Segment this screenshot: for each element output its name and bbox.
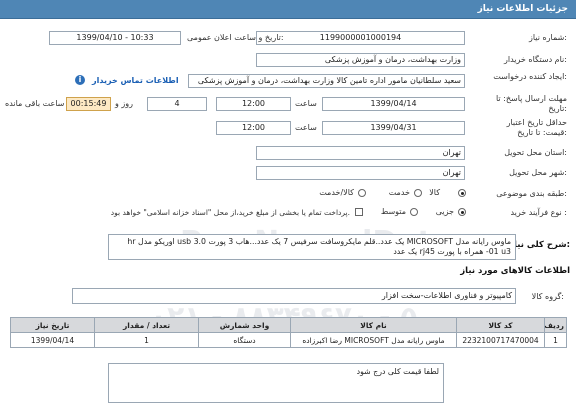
info-icon[interactable]: i — [75, 75, 85, 85]
city-field: تهران — [256, 166, 465, 180]
min-price-validity-label: حداقل تاریخ اعتبار قیمت: تا تاریخ: — [506, 118, 567, 137]
table-row: 1 2232100717470004 ماوس رایانه مدل MICRO… — [10, 332, 567, 348]
page-title: جزئیات اطلاعات نیاز — [477, 4, 568, 14]
col-header-row-number: ردیف — [544, 317, 567, 333]
process-option-partial[interactable]: جزیی — [422, 207, 466, 217]
page-header: جزئیات اطلاعات نیاز — [0, 0, 576, 19]
need-summary-text: ماوس رایانه مدل MICROSOFT یک عدد..قلم ما… — [127, 237, 511, 256]
cell-row-number: 1 — [544, 332, 567, 348]
need-number-field: 1199000001000194 — [256, 31, 465, 45]
cell-need-date: 1399/04/14 — [10, 332, 95, 348]
validity-time-label: ساعت — [295, 123, 317, 132]
province-label: استان محل تحویل: — [504, 148, 567, 157]
subject-option-label: کالا — [429, 188, 440, 197]
requester-field: سعید سلطانیان مامور اداره تامین کالا وزا… — [188, 74, 465, 88]
col-header-quantity: تعداد / مقدار — [94, 317, 199, 333]
deadline-date-field: 1399/04/14 — [322, 97, 465, 111]
process-radio-medium[interactable] — [410, 208, 418, 216]
buyer-org-label: نام دستگاه خریدار: — [503, 55, 567, 64]
cell-goods-code: 2232100717470004 — [456, 332, 545, 348]
cell-quantity: 1 — [94, 332, 199, 348]
subject-option-label: کالا/خدمت — [319, 188, 354, 197]
deadline-time-label: ساعت — [295, 99, 317, 108]
buyer-notes-box: لطفا قیمت کلی درج شود — [108, 363, 444, 403]
goods-table: ردیف کد کالا نام کالا واحد شمارش تعداد /… — [10, 317, 567, 348]
days-left-field: 4 — [147, 97, 207, 111]
subject-radio-service[interactable] — [414, 189, 422, 197]
col-header-unit: واحد شمارش — [198, 317, 291, 333]
buyer-notes-text: لطفا قیمت کلی درج شود — [356, 367, 439, 376]
process-radio-partial[interactable] — [458, 208, 466, 216]
need-summary-box: ماوس رایانه مدل MICROSOFT یک عدد..قلم ما… — [108, 234, 516, 260]
subject-class-label: طبقه بندی موضوعی: — [496, 189, 567, 198]
goods-group-label: گروه کالا: — [531, 292, 564, 301]
process-option-label: متوسط — [380, 207, 406, 216]
day-and-label: روز و — [115, 99, 133, 108]
announce-datetime-label: تاریخ و ساعت اعلان عمومی: — [187, 33, 284, 42]
response-deadline-label: مهلت ارسال پاسخ: تا تاریخ: — [495, 94, 567, 113]
city-label: شهر محل تحویل: — [509, 168, 567, 177]
table-header-row: ردیف کد کالا نام کالا واحد شمارش تعداد /… — [10, 317, 567, 333]
requester-label: ایجاد کننده درخواست: — [493, 72, 567, 81]
process-option-label: جزیی — [435, 207, 454, 216]
validity-time-field: 12:00 — [216, 121, 291, 135]
goods-info-title: اطلاعات کالاهای مورد نیاز — [460, 266, 570, 276]
province-field: تهران — [256, 146, 465, 160]
subject-option-label: خدمت — [388, 188, 410, 197]
buyer-org-field: وزارت بهداشت، درمان و آموزش پزشکی — [256, 53, 465, 67]
col-header-goods-code: کد کالا — [456, 317, 545, 333]
time-left-field: 00:15:49 — [66, 97, 111, 111]
treasury-payment-checkbox[interactable] — [355, 208, 363, 216]
subject-radio-goods-service[interactable] — [358, 189, 366, 197]
announce-datetime-field: 1399/04/10 - 10:33 — [49, 31, 181, 45]
validity-date-field: 1399/04/31 — [322, 121, 465, 135]
need-number-label: شماره نیاز: — [528, 33, 567, 42]
deadline-time-field: 12:00 — [216, 97, 291, 111]
subject-option-goods-service[interactable]: کالا/خدمت — [296, 188, 366, 198]
col-header-need-date: تاریخ نیاز — [10, 317, 95, 333]
remaining-label: ساعت باقی مانده — [5, 99, 65, 108]
payment-note: پرداخت تمام یا بخشی از مبلغ خرید،از محل … — [110, 208, 350, 217]
purchase-process-label: نوع فرآیند خرید : — [510, 208, 567, 217]
process-option-medium[interactable]: متوسط — [368, 207, 418, 217]
subject-option-service[interactable]: خدمت — [372, 188, 422, 198]
goods-group-field: کامپیوتر و فناوری اطلاعات-سخت افزار — [72, 288, 516, 304]
need-summary-label: شرح کلی نیاز: — [509, 240, 570, 250]
col-header-goods-name: نام کالا — [290, 317, 457, 333]
subject-radio-goods[interactable] — [458, 189, 466, 197]
buyer-contact-link[interactable]: اطلاعات تماس خریدار — [92, 76, 179, 85]
cell-goods-name: ماوس رایانه مدل MICROSOFT رضا اکبرزاده — [290, 332, 457, 348]
cell-unit: دستگاه — [198, 332, 291, 348]
